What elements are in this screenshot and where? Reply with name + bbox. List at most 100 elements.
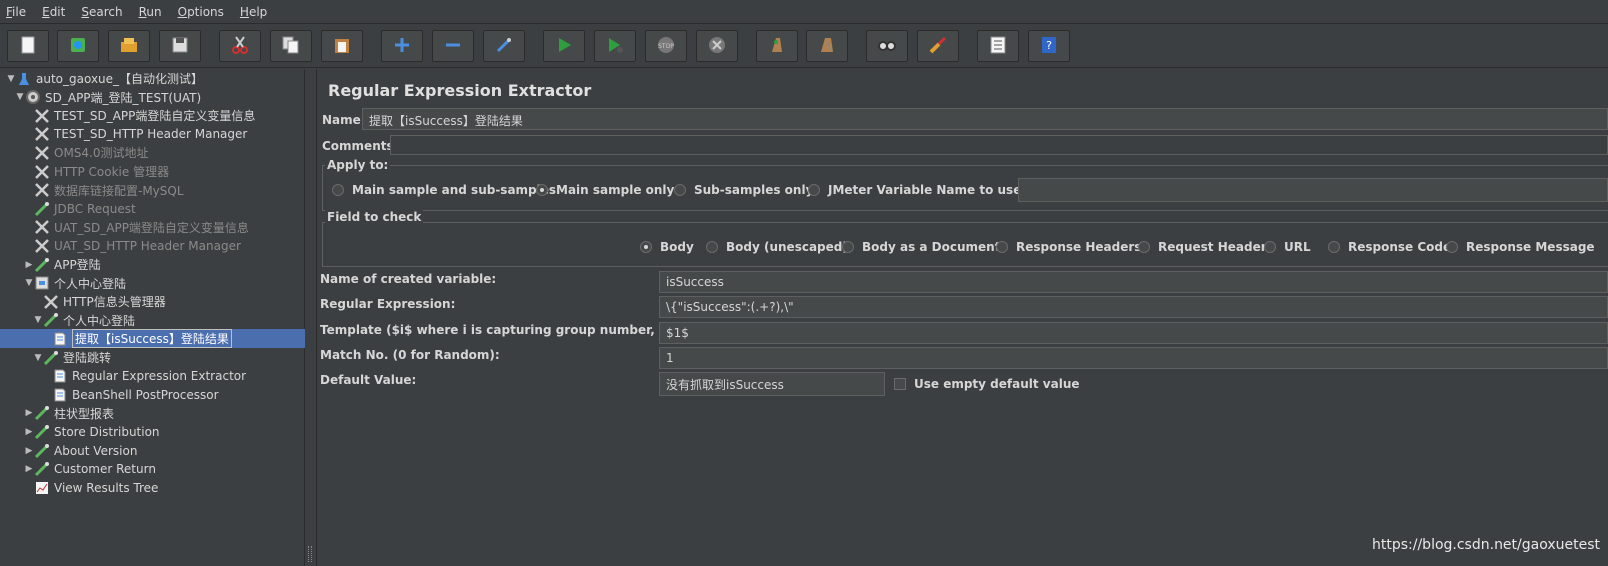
field-to-check-radio[interactable]: Response Code — [1328, 240, 1451, 254]
help-button[interactable]: ? — [1028, 30, 1070, 62]
radio-dot[interactable] — [332, 184, 344, 196]
tree-item[interactable]: ▼ 登陆跳转 — [0, 348, 305, 367]
test-plan-tree[interactable]: ▼ auto_gaoxue_【自动化测试】 ▼ SD_APP端_登陆_TEST(UAT… — [0, 69, 305, 566]
collapsed-arrow-icon[interactable]: ▶ — [24, 446, 34, 456]
radio-dot[interactable] — [842, 241, 854, 253]
tree-item[interactable]: UAT_SD_HTTP Header Manager — [0, 236, 305, 255]
field-to-check-radio[interactable]: URL — [1264, 240, 1311, 254]
stop-button[interactable]: STOP — [645, 30, 687, 62]
tree-item[interactable]: ▶ Customer Return — [0, 460, 305, 479]
function-helper-button[interactable] — [977, 30, 1019, 62]
match-number-field[interactable]: 1 — [659, 347, 1608, 369]
reset-search-icon — [927, 34, 949, 59]
collapsed-arrow-icon[interactable]: ▶ — [24, 464, 34, 474]
field-to-check-radio[interactable]: Body as a Document — [842, 240, 1000, 254]
tree-item[interactable]: ▶ Store Distribution — [0, 422, 305, 441]
save-button[interactable] — [159, 30, 201, 62]
field-to-check-radio[interactable]: Body — [640, 240, 694, 254]
start-no-pause-button[interactable] — [594, 30, 636, 62]
expanded-arrow-icon[interactable]: ▼ — [6, 74, 16, 84]
shutdown-button[interactable] — [696, 30, 738, 62]
tree-item[interactable]: Regular Expression Extractor — [0, 367, 305, 386]
collapsed-arrow-icon[interactable]: ▶ — [24, 260, 34, 270]
tree-item[interactable]: ▶ About Version — [0, 441, 305, 460]
expanded-arrow-icon[interactable]: ▼ — [15, 92, 25, 102]
regex-field[interactable]: \{"isSuccess":(.+?),\" — [659, 296, 1608, 318]
expanded-arrow-icon[interactable]: ▼ — [33, 315, 43, 325]
templates-button[interactable] — [57, 30, 99, 62]
tree-item[interactable]: View Results Tree — [0, 478, 305, 497]
open-button[interactable] — [108, 30, 150, 62]
tree-item[interactable]: ▼ auto_gaoxue_【自动化测试】 — [0, 69, 305, 88]
tree-item[interactable]: TEST_SD_APP端登陆自定义变量信息 — [0, 106, 305, 125]
radio-dot[interactable] — [706, 241, 718, 253]
tree-item[interactable]: HTTP Cookie 管理器 — [0, 162, 305, 181]
tree-item[interactable]: ▼ 个人中心登陆 — [0, 274, 305, 293]
tree-item[interactable]: TEST_SD_HTTP Header Manager — [0, 125, 305, 144]
tree-item[interactable]: ▶ 柱状型报表 — [0, 404, 305, 423]
use-empty-default-checkbox[interactable]: Use empty default value — [894, 377, 1080, 391]
comments-field[interactable] — [390, 135, 1608, 155]
collapsed-arrow-icon[interactable]: ▶ — [24, 408, 34, 418]
apply-to-radio[interactable]: JMeter Variable Name to use — [808, 183, 1021, 197]
field-to-check-radio[interactable]: Response Headers — [996, 240, 1141, 254]
tree-item[interactable]: HTTP信息头管理器 — [0, 292, 305, 311]
cut-button[interactable] — [219, 30, 261, 62]
created-variable-field[interactable]: isSuccess — [659, 271, 1608, 293]
apply-to-radio[interactable]: Main sample only — [536, 183, 674, 197]
radio-dot[interactable] — [674, 184, 686, 196]
tree-item[interactable]: ▼ 个人中心登陆 — [0, 311, 305, 330]
menu-item-file[interactable]: File — [4, 5, 28, 19]
radio-dot[interactable] — [640, 241, 652, 253]
radio-dot[interactable] — [996, 241, 1008, 253]
copy-button[interactable] — [270, 30, 312, 62]
tree-item[interactable]: ▼ SD_APP端_登陆_TEST(UAT) — [0, 88, 305, 107]
expanded-arrow-icon[interactable]: ▼ — [24, 278, 34, 288]
tree-item[interactable]: OMS4.0测试地址 — [0, 143, 305, 162]
name-field[interactable]: 提取【isSuccess】登陆结果 — [362, 108, 1608, 130]
default-value-field[interactable]: 没有抓取到isSuccess — [659, 372, 885, 396]
menu-item-options[interactable]: Options — [176, 5, 226, 19]
new-button[interactable] — [7, 30, 49, 62]
tree-item[interactable]: 提取【isSuccess】登陆结果 — [0, 329, 305, 349]
menu-item-search[interactable]: Search — [79, 5, 124, 19]
field-to-check-radio[interactable]: Body (unescaped) — [706, 240, 848, 254]
thread-group-icon — [25, 89, 41, 105]
expanded-arrow-icon[interactable]: ▼ — [33, 353, 43, 363]
reset-search-button[interactable] — [917, 30, 959, 62]
radio-dot[interactable] — [1446, 241, 1458, 253]
start-button[interactable] — [543, 30, 585, 62]
search-button[interactable] — [866, 30, 908, 62]
menu-item-help[interactable]: Help — [238, 5, 269, 19]
expand-button[interactable] — [381, 30, 423, 62]
toggle-button[interactable] — [483, 30, 525, 62]
checkbox-box[interactable] — [894, 378, 906, 390]
radio-dot[interactable] — [808, 184, 820, 196]
tree-item[interactable]: BeanShell PostProcessor — [0, 385, 305, 404]
field-to-check-radio[interactable]: Request Headers — [1138, 240, 1274, 254]
regex-label: Regular Expression: — [320, 297, 456, 311]
apply-to-option-label: JMeter Variable Name to use — [828, 183, 1022, 197]
panel-splitter[interactable] — [305, 69, 317, 566]
field-to-check-radio[interactable]: Response Message — [1446, 240, 1595, 254]
clear-button[interactable] — [756, 30, 798, 62]
apply-to-radio[interactable]: Main sample and sub-samples — [332, 183, 556, 197]
tree-item[interactable]: ▶ APP登陆 — [0, 255, 305, 274]
clear-all-button[interactable] — [806, 30, 848, 62]
radio-dot[interactable] — [1264, 241, 1276, 253]
tree-item[interactable]: UAT_SD_APP端登陆自定义变量信息 — [0, 218, 305, 237]
menu-item-edit[interactable]: Edit — [40, 5, 67, 19]
template-field[interactable]: $1$ — [659, 322, 1608, 344]
paste-button[interactable] — [321, 30, 363, 62]
radio-dot[interactable] — [1328, 241, 1340, 253]
apply-to-radio[interactable]: Sub-samples only — [674, 183, 813, 197]
collapse-button[interactable] — [432, 30, 474, 62]
jmeter-variable-name-field[interactable] — [1018, 178, 1608, 202]
radio-dot[interactable] — [1138, 241, 1150, 253]
splitter-grip[interactable] — [308, 546, 312, 562]
tree-item[interactable]: 数据库链接配置-MySQL — [0, 181, 305, 200]
tree-item[interactable]: JDBC Request — [0, 199, 305, 218]
menu-item-run[interactable]: Run — [137, 5, 164, 19]
collapsed-arrow-icon[interactable]: ▶ — [24, 427, 34, 437]
radio-dot[interactable] — [536, 184, 548, 196]
